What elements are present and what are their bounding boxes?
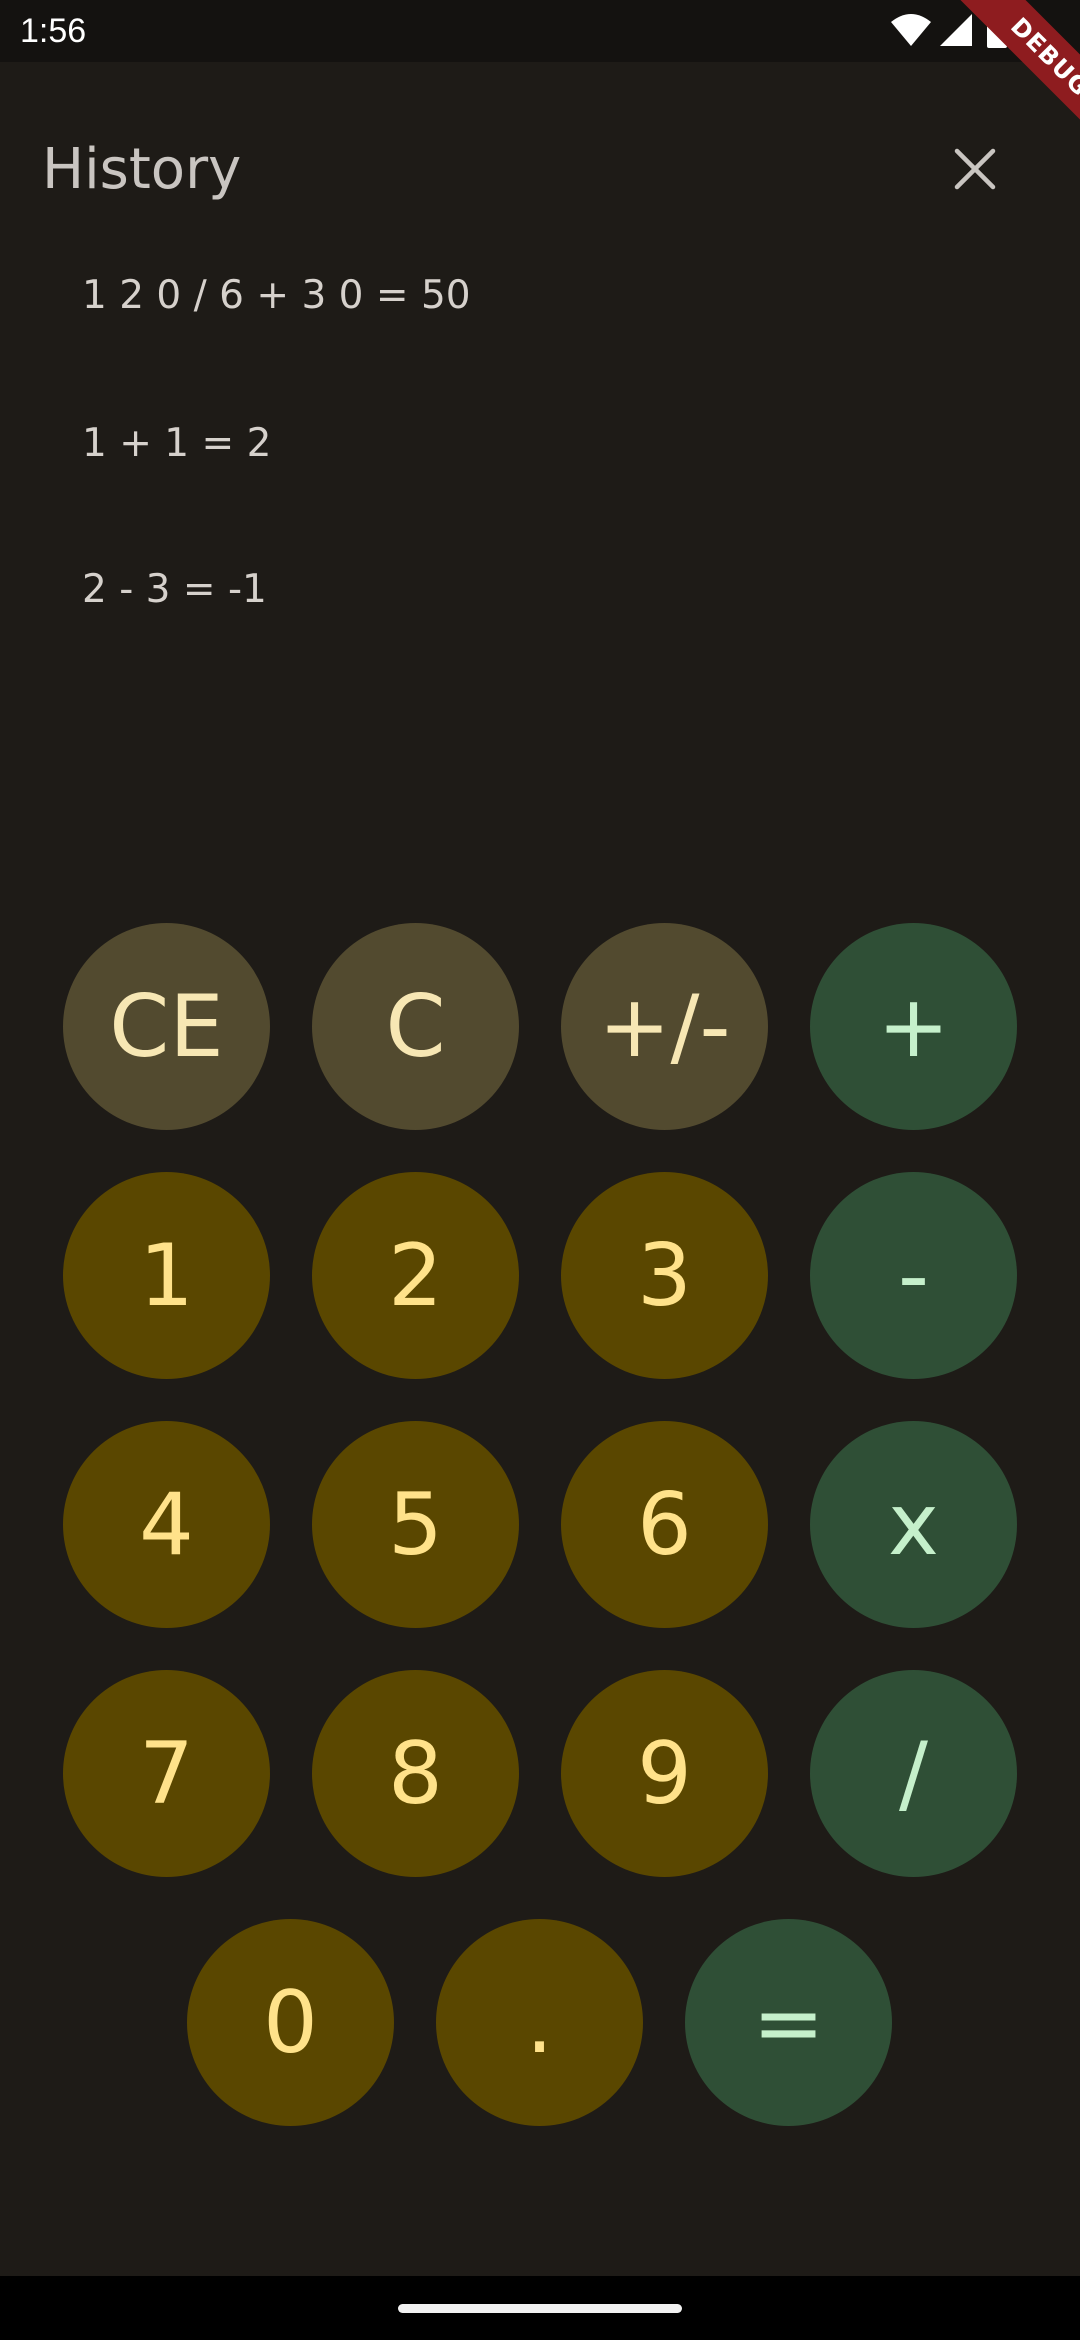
digit-0-button[interactable]: 0 <box>187 1919 394 2126</box>
history-item[interactable]: 1 2 0 / 6 + 3 0 = 50 <box>82 270 471 322</box>
digit-6-button[interactable]: 6 <box>561 1421 768 1628</box>
digit-3-button[interactable]: 3 <box>561 1172 768 1379</box>
digit-2-button[interactable]: 2 <box>312 1172 519 1379</box>
digit-4-button[interactable]: 4 <box>63 1421 270 1628</box>
digit-5-button[interactable]: 5 <box>312 1421 519 1628</box>
page-title: History <box>42 137 242 202</box>
subtract-button[interactable]: - <box>810 1172 1017 1379</box>
digit-1-button[interactable]: 1 <box>63 1172 270 1379</box>
history-item[interactable]: 1 + 1 = 2 <box>82 418 271 470</box>
add-button[interactable]: + <box>810 923 1017 1130</box>
divide-button[interactable]: / <box>810 1670 1017 1877</box>
close-button[interactable] <box>940 134 1010 204</box>
wifi-icon <box>890 12 932 52</box>
toggle-sign-button[interactable]: +/- <box>561 923 768 1130</box>
decimal-button[interactable]: . <box>436 1919 643 2126</box>
battery-icon <box>986 12 1008 52</box>
digit-7-button[interactable]: 7 <box>63 1670 270 1877</box>
keypad: CE C +/- + 1 2 3 - 4 5 6 x 7 8 9 / 0 . = <box>0 0 1080 2340</box>
status-bar: 1:56 <box>0 0 1080 62</box>
close-icon <box>940 148 1010 208</box>
clear-entry-button[interactable]: CE <box>63 923 270 1130</box>
digit-9-button[interactable]: 9 <box>561 1670 768 1877</box>
status-icons <box>890 12 1050 52</box>
home-indicator[interactable] <box>398 2304 682 2313</box>
history-item[interactable]: 2 - 3 = -1 <box>82 564 267 616</box>
status-time: 1:56 <box>20 12 87 50</box>
digit-8-button[interactable]: 8 <box>312 1670 519 1877</box>
clear-button[interactable]: C <box>312 923 519 1130</box>
navigation-bar <box>0 2276 1080 2340</box>
signal-icon <box>938 12 974 52</box>
equals-button[interactable]: = <box>685 1919 892 2126</box>
multiply-button[interactable]: x <box>810 1421 1017 1628</box>
